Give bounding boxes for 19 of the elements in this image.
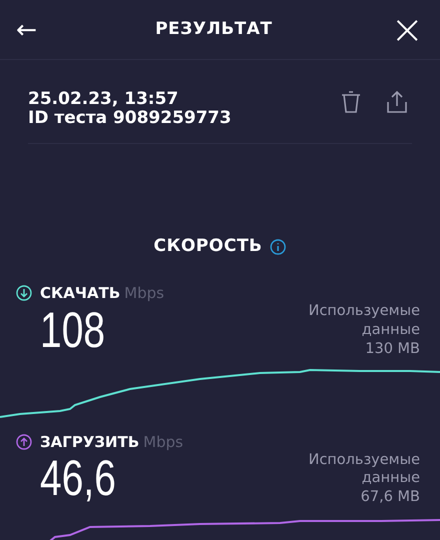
data-usage-label: Используемые данные <box>307 450 420 488</box>
share-icon[interactable] <box>386 90 408 114</box>
unit-label: Mbps <box>143 432 184 453</box>
info-icon[interactable] <box>270 239 286 255</box>
metric-label: ЗАГРУЗИТЬ <box>40 432 140 453</box>
section-title: СКОРОСТЬ <box>154 235 262 258</box>
test-id: ID теста 9089259773 <box>28 108 232 128</box>
data-usage-value: 130 MB <box>364 340 420 359</box>
metric-label: СКАЧАТЬ <box>40 283 120 304</box>
unit-label: Mbps <box>124 283 164 304</box>
speed-value: 46,6 <box>40 453 116 504</box>
trash-icon[interactable] <box>340 90 362 114</box>
screen-title: РЕЗУЛЬТАТ <box>155 18 272 41</box>
data-usage-value: 67,6 MB <box>360 488 420 508</box>
data-usage-label: Используемые данные <box>307 302 420 340</box>
close-button[interactable]: × <box>390 10 424 50</box>
back-button[interactable]: ← <box>16 16 38 42</box>
test-date: 25.02.23, 13:57 <box>28 90 180 109</box>
speed-value: 108 <box>40 304 106 354</box>
